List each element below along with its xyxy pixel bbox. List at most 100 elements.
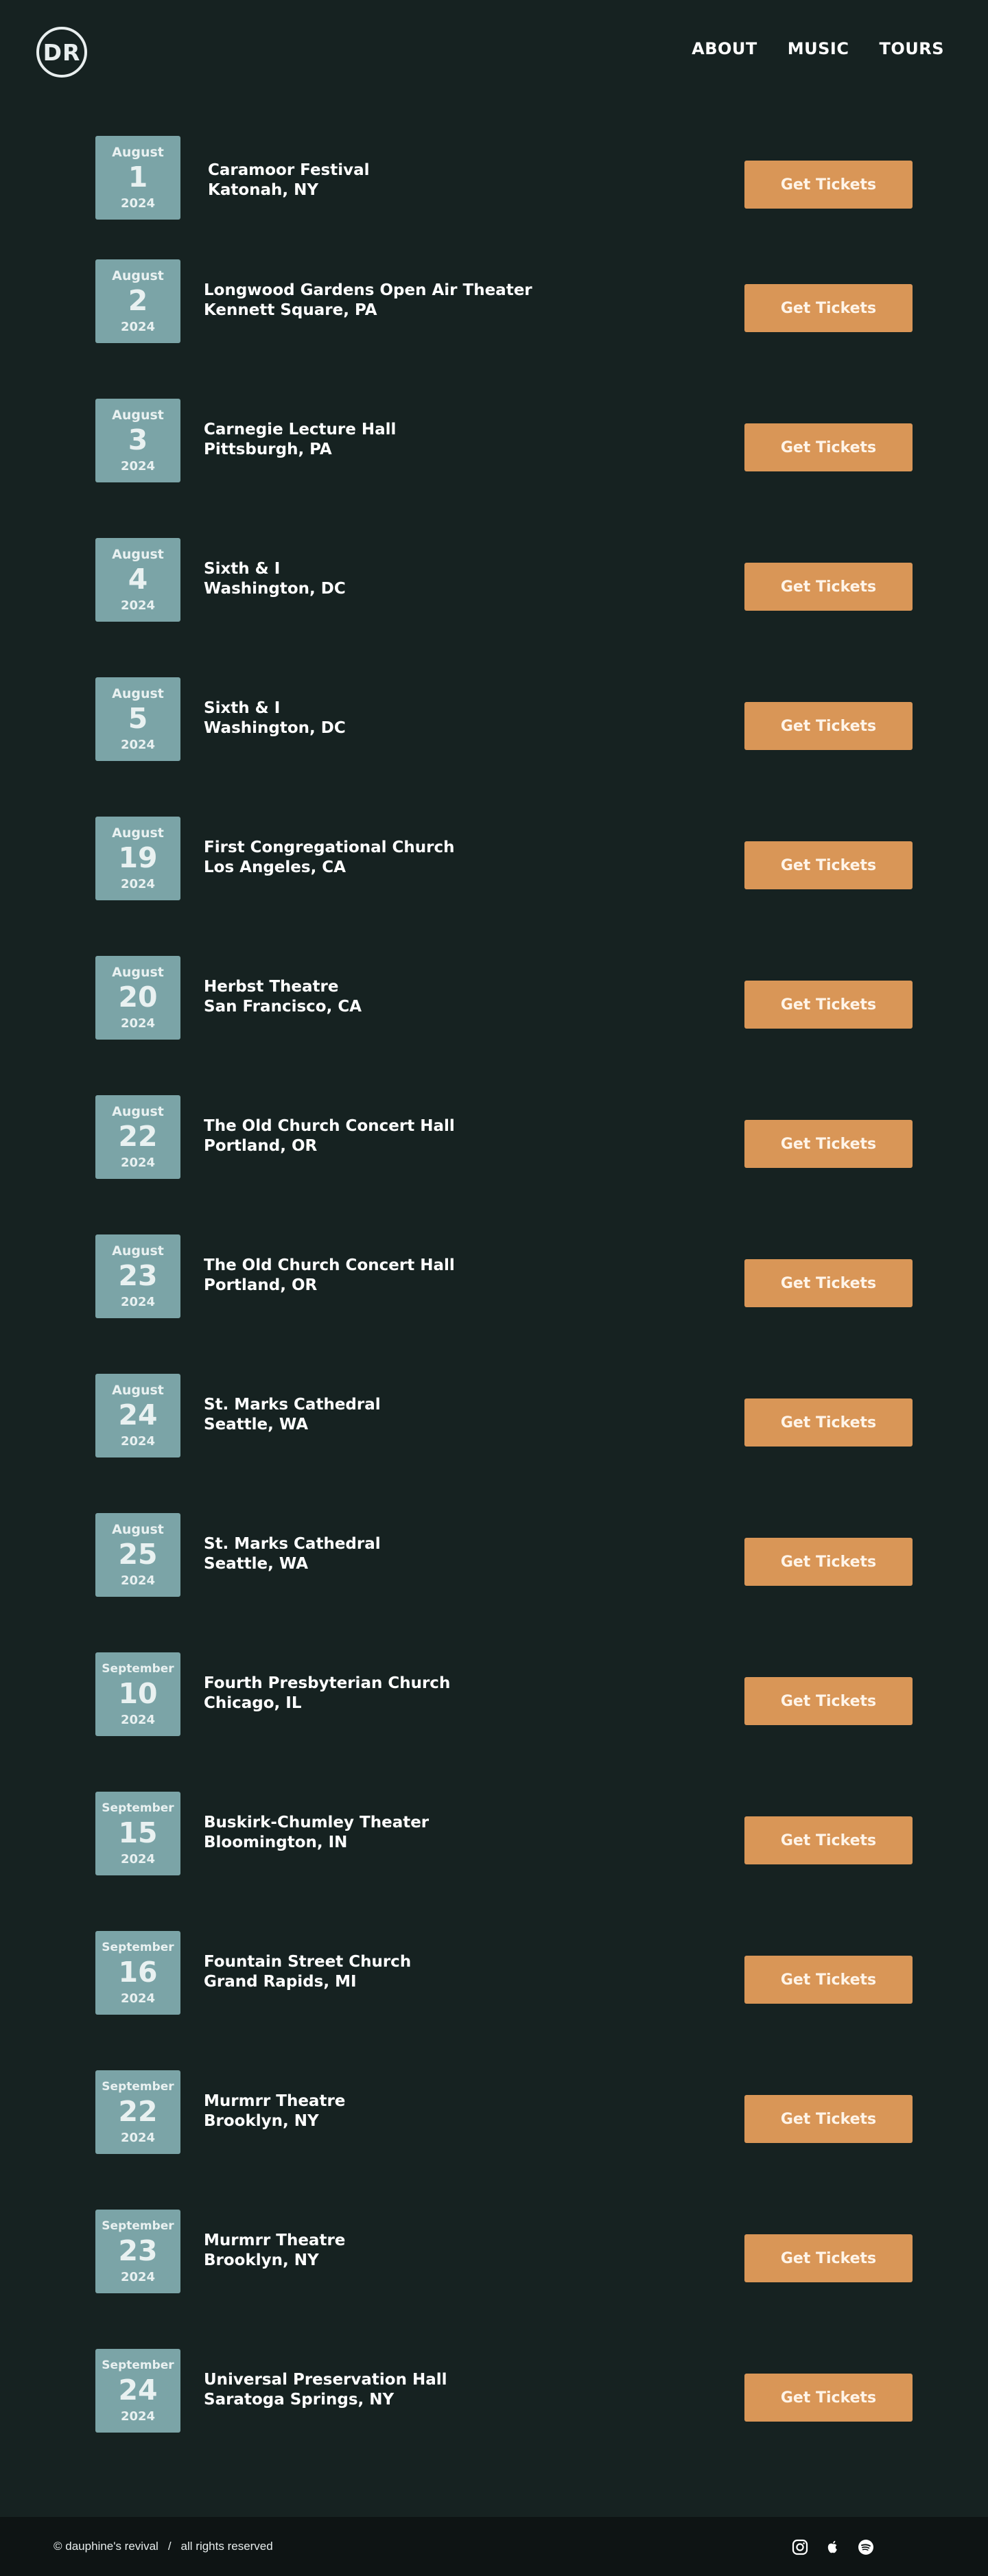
get-tickets-button[interactable]: Get Tickets (744, 1120, 913, 1168)
get-tickets-button[interactable]: Get Tickets (744, 1816, 913, 1864)
date-month: August (112, 826, 164, 841)
venue-location: Pittsburgh, PA (204, 441, 332, 458)
venue-name: Herbst Theatre (204, 978, 339, 996)
event-row: August 22 2024 The Old Church Concert Hall P… (0, 1095, 988, 1234)
date-year: 2024 (120, 598, 156, 613)
event-row: September 24 2024 Universal Preservation Ha… (0, 2349, 988, 2488)
date-badge: September 10 2024 (95, 1652, 180, 1736)
get-tickets-button[interactable]: Get Tickets (744, 1398, 913, 1447)
copyright: © dauphine's revival / all rights reserved (54, 2539, 273, 2554)
event-row: August 3 2024 Carnegie Lecture Hall Pittsbur… (0, 399, 988, 538)
venue-location: Los Angeles, CA (204, 858, 346, 876)
apple-icon[interactable] (824, 2538, 842, 2556)
venue-location: Katonah, NY (208, 181, 319, 199)
date-badge: August 23 2024 (95, 1234, 180, 1318)
event-venue-info: The Old Church Concert Hall Portland, OR (204, 1256, 455, 1296)
get-tickets-button[interactable]: Get Tickets (744, 841, 913, 889)
venue-name: First Congregational Church (204, 839, 455, 856)
event-venue-info: The Old Church Concert Hall Portland, OR (204, 1116, 455, 1156)
venue-location: Brooklyn, NY (204, 2251, 319, 2269)
venue-name: Universal Preservation Hall (204, 2371, 447, 2389)
date-day: 19 (118, 841, 158, 874)
get-tickets-button[interactable]: Get Tickets (744, 1538, 913, 1586)
venue-name: Fountain Street Church (204, 1953, 412, 1971)
social-links (791, 2538, 875, 2556)
event-venue-info: First Congregational Church Los Angeles, … (204, 838, 455, 878)
spotify-icon[interactable] (857, 2538, 875, 2556)
date-year: 2024 (120, 1016, 156, 1031)
date-badge: August 25 2024 (95, 1513, 180, 1597)
get-tickets-button[interactable]: Get Tickets (744, 161, 913, 209)
date-day: 22 (118, 1120, 158, 1153)
venue-location: San Francisco, CA (204, 998, 362, 1016)
date-badge: August 4 2024 (95, 538, 180, 622)
event-row: August 25 2024 St. Marks Cathedral Seattle, … (0, 1513, 988, 1652)
get-tickets-button[interactable]: Get Tickets (744, 1259, 913, 1307)
date-month: August (112, 1383, 164, 1398)
get-tickets-button[interactable]: Get Tickets (744, 1677, 913, 1725)
venue-name: Murmrr Theatre (204, 2092, 346, 2110)
get-tickets-button[interactable]: Get Tickets (744, 702, 913, 750)
event-venue-info: St. Marks Cathedral Seattle, WA (204, 1534, 381, 1574)
get-tickets-button[interactable]: Get Tickets (744, 423, 913, 471)
rights-text: all rights reserved (180, 2540, 273, 2553)
nav-tours[interactable]: TOURS (879, 38, 944, 59)
event-venue-info: Fountain Street Church Grand Rapids, MI (204, 1952, 411, 1992)
venue-name: Buskirk-Chumley Theater (204, 1814, 430, 1831)
main-nav: ABOUT MUSIC TOURS (692, 38, 944, 59)
event-row: September 23 2024 Murmrr Theatre Brooklyn, N… (0, 2210, 988, 2349)
date-month: August (112, 1243, 164, 1258)
date-day: 23 (118, 2234, 158, 2267)
event-venue-info: Herbst Theatre San Francisco, CA (204, 977, 362, 1017)
date-year: 2024 (120, 738, 156, 752)
date-badge: August 20 2024 (95, 956, 180, 1040)
date-day: 2 (128, 284, 148, 317)
date-badge: September 16 2024 (95, 1931, 180, 2015)
date-month: September (102, 1662, 174, 1676)
instagram-icon[interactable] (791, 2538, 809, 2556)
get-tickets-button[interactable]: Get Tickets (744, 563, 913, 611)
event-row: September 16 2024 Fountain Street Church Gra… (0, 1931, 988, 2070)
venue-location: Portland, OR (204, 1137, 318, 1155)
event-venue-info: Universal Preservation Hall Saratoga Spri… (204, 2370, 447, 2410)
event-venue-info: Murmrr Theatre Brooklyn, NY (204, 2231, 345, 2271)
site-footer: © dauphine's revival / all rights reserved (0, 2517, 988, 2576)
date-year: 2024 (120, 1295, 156, 1309)
get-tickets-button[interactable]: Get Tickets (744, 2095, 913, 2143)
date-badge: September 24 2024 (95, 2349, 180, 2433)
date-month: September (102, 1801, 174, 1815)
venue-location: Grand Rapids, MI (204, 1973, 357, 1991)
nav-music[interactable]: MUSIC (788, 38, 849, 59)
logo[interactable]: DR (36, 27, 87, 78)
get-tickets-button[interactable]: Get Tickets (744, 2234, 913, 2282)
venue-name: Longwood Gardens Open Air Theater (204, 281, 532, 299)
venue-location: Brooklyn, NY (204, 2112, 319, 2130)
date-year: 2024 (120, 2409, 156, 2424)
date-year: 2024 (120, 320, 156, 334)
get-tickets-button[interactable]: Get Tickets (744, 1956, 913, 2004)
date-year: 2024 (120, 1991, 156, 2006)
date-badge: August 5 2024 (95, 677, 180, 761)
date-year: 2024 (120, 2131, 156, 2145)
get-tickets-button[interactable]: Get Tickets (744, 2374, 913, 2422)
event-row: August 2 2024 Longwood Gardens Open Air The… (0, 259, 988, 399)
date-month: August (112, 965, 164, 980)
date-day: 20 (118, 981, 158, 1014)
venue-name: St. Marks Cathedral (204, 1535, 381, 1553)
date-badge: August 19 2024 (95, 817, 180, 900)
date-day: 22 (118, 2095, 158, 2128)
event-row: September 22 2024 Murmrr Theatre Brooklyn, N… (0, 2070, 988, 2210)
date-month: September (102, 1941, 174, 1954)
event-row: August 5 2024 Sixth & I Washington, DC Get Ti… (0, 677, 988, 817)
date-month: August (112, 408, 164, 423)
nav-about[interactable]: ABOUT (692, 38, 757, 59)
event-venue-info: Murmrr Theatre Brooklyn, NY (204, 2092, 345, 2131)
date-badge: August 3 2024 (95, 399, 180, 482)
tour-dates-list: August 1 2024 Caramoor Festival Katonah, NY G… (0, 136, 988, 2488)
date-month: September (102, 2080, 174, 2094)
date-month: August (112, 686, 164, 701)
get-tickets-button[interactable]: Get Tickets (744, 981, 913, 1029)
get-tickets-button[interactable]: Get Tickets (744, 284, 913, 332)
date-month: August (112, 268, 164, 283)
venue-location: Portland, OR (204, 1276, 318, 1294)
